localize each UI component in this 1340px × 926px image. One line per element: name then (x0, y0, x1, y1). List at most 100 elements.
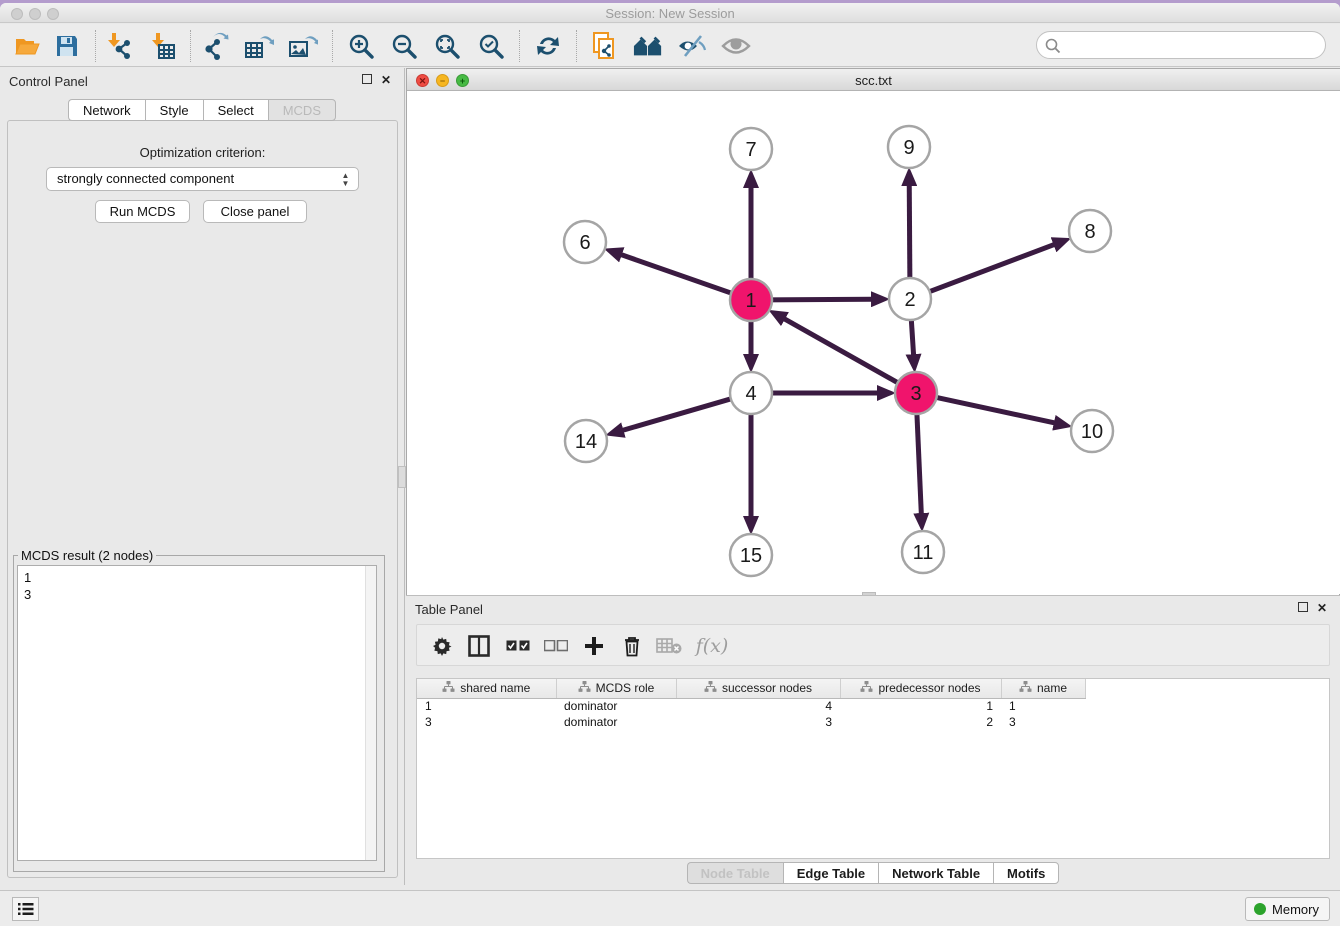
close-panel-icon[interactable]: ✕ (381, 74, 391, 86)
column-header-shared-name[interactable]: shared name (417, 679, 556, 698)
table-cell[interactable]: dominator (556, 698, 676, 714)
graph-edge-3-10[interactable] (931, 396, 1055, 423)
table-cell[interactable]: 1 (1001, 698, 1085, 714)
export-image-icon[interactable] (288, 31, 318, 61)
graph-edge-1-2[interactable] (766, 299, 872, 300)
run-mcds-button[interactable]: Run MCDS (95, 200, 190, 223)
graph-node-11[interactable]: 11 (902, 531, 944, 573)
graph-node-6[interactable]: 6 (564, 221, 606, 263)
zoom-fit-icon[interactable] (432, 31, 462, 61)
result-scrollbar[interactable] (365, 566, 376, 860)
first-neighbors-icon[interactable] (633, 31, 663, 61)
table-cell[interactable]: 2 (840, 714, 1001, 730)
criterion-dropdown[interactable]: strongly connected component ▲▼ (46, 167, 359, 191)
deselect-all-rows-icon[interactable] (541, 631, 571, 661)
mcds-result-group: MCDS result (2 nodes) 1 3 (13, 548, 385, 872)
criterion-value: strongly connected component (57, 171, 234, 186)
mcds-result-list[interactable]: 1 3 (17, 565, 377, 861)
column-header-MCDS-role[interactable]: MCDS role (556, 679, 676, 698)
column-header-successor-nodes[interactable]: successor nodes (676, 679, 840, 698)
memory-label: Memory (1272, 902, 1319, 917)
control-panel-title: Control Panel (9, 74, 88, 89)
network-canvas[interactable]: 7 9 6 8 1 2 4 3 14 10 15 11 (407, 91, 1339, 595)
main-titlebar: Session: New Session (0, 3, 1340, 23)
import-network-icon[interactable] (104, 31, 134, 61)
show-columns-icon[interactable] (464, 631, 494, 661)
table-cell[interactable]: 4 (676, 698, 840, 714)
tab-motifs[interactable]: Motifs (993, 862, 1059, 884)
refresh-icon[interactable] (533, 31, 563, 61)
graph-node-14[interactable]: 14 (565, 420, 607, 462)
column-header-predecessor-nodes[interactable]: predecessor nodes (840, 679, 1001, 698)
table-cell[interactable]: 3 (417, 714, 556, 730)
create-column-icon[interactable] (579, 631, 609, 661)
tab-edge-table[interactable]: Edge Table (783, 862, 878, 884)
memory-button[interactable]: Memory (1245, 897, 1330, 921)
graph-node-15[interactable]: 15 (730, 534, 772, 576)
graph-edge-4-14[interactable] (622, 397, 736, 430)
delete-table-icon[interactable] (654, 631, 684, 661)
graph-edge-3-1[interactable] (784, 319, 903, 386)
zoom-in-icon[interactable] (346, 31, 376, 61)
toolbar-separator (190, 30, 191, 62)
control-panel-tabs: NetworkStyleSelectMCDS (0, 99, 404, 121)
float-panel-icon[interactable] (362, 74, 372, 86)
search-input[interactable] (1067, 35, 1317, 55)
graph-node-3[interactable]: 3 (895, 372, 937, 414)
graph-edge-2-8[interactable] (924, 244, 1054, 293)
task-history-button[interactable] (12, 897, 39, 921)
graph-edge-1-6[interactable] (621, 255, 737, 296)
tab-node-table[interactable]: Node Table (687, 862, 783, 884)
table-row[interactable]: 3dominator323 (417, 714, 1085, 730)
graph-node-8[interactable]: 8 (1069, 210, 1111, 252)
vertical-splitter-handle[interactable] (398, 466, 406, 488)
node-label: 10 (1081, 421, 1103, 443)
table-cell[interactable]: 3 (676, 714, 840, 730)
graph-node-10[interactable]: 10 (1071, 410, 1113, 452)
table-row[interactable]: 1dominator411 (417, 698, 1085, 714)
save-session-icon[interactable] (52, 31, 82, 61)
node-label: 6 (579, 232, 590, 254)
function-builder-icon[interactable]: f(x) (691, 631, 733, 661)
graph-node-4[interactable]: 4 (730, 372, 772, 414)
tab-select[interactable]: Select (203, 99, 268, 121)
tab-network[interactable]: Network (68, 99, 145, 121)
graph-node-1[interactable]: 1 (730, 279, 772, 321)
graph-node-9[interactable]: 9 (888, 126, 930, 168)
optimization-criterion-label: Optimization criterion: (8, 145, 397, 160)
hierarchy-icon (578, 681, 591, 696)
table-cell[interactable]: 1 (417, 698, 556, 714)
close-table-panel-icon[interactable]: ✕ (1317, 602, 1327, 614)
table-panel-title: Table Panel (415, 602, 483, 617)
import-table-icon[interactable] (148, 31, 178, 61)
tab-mcds[interactable]: MCDS (268, 99, 336, 121)
open-session-icon[interactable] (12, 31, 42, 61)
mcds-result-value: 1 (24, 569, 376, 586)
zoom-out-icon[interactable] (389, 31, 419, 61)
export-network-icon[interactable] (200, 31, 230, 61)
export-table-icon[interactable] (244, 31, 274, 61)
float-table-panel-icon[interactable] (1298, 602, 1308, 614)
table-settings-gear-icon[interactable] (427, 631, 457, 661)
select-all-rows-icon[interactable] (503, 631, 533, 661)
clone-network-icon[interactable] (590, 31, 620, 61)
graph-node-2[interactable]: 2 (889, 278, 931, 320)
tab-network-table[interactable]: Network Table (878, 862, 993, 884)
table-toolbar: f(x) (416, 624, 1330, 666)
node-label: 3 (910, 383, 921, 405)
hide-selected-icon[interactable] (677, 31, 707, 61)
delete-column-icon[interactable] (617, 631, 647, 661)
close-panel-button[interactable]: Close panel (203, 200, 307, 223)
network-window-titlebar[interactable]: ✕ − + scc.txt (407, 69, 1340, 91)
graph-edge-3-11[interactable] (917, 408, 922, 514)
column-header-label: name (1037, 681, 1067, 695)
zoom-selected-icon[interactable] (476, 31, 506, 61)
graph-node-7[interactable]: 7 (730, 128, 772, 170)
tab-style[interactable]: Style (145, 99, 203, 121)
graph-edge-2-9[interactable] (909, 185, 910, 284)
table-cell[interactable]: 1 (840, 698, 1001, 714)
table-cell[interactable]: 3 (1001, 714, 1085, 730)
column-header-name[interactable]: name (1001, 679, 1085, 698)
show-graphics-details-icon[interactable] (721, 31, 751, 61)
table-cell[interactable]: dominator (556, 714, 676, 730)
